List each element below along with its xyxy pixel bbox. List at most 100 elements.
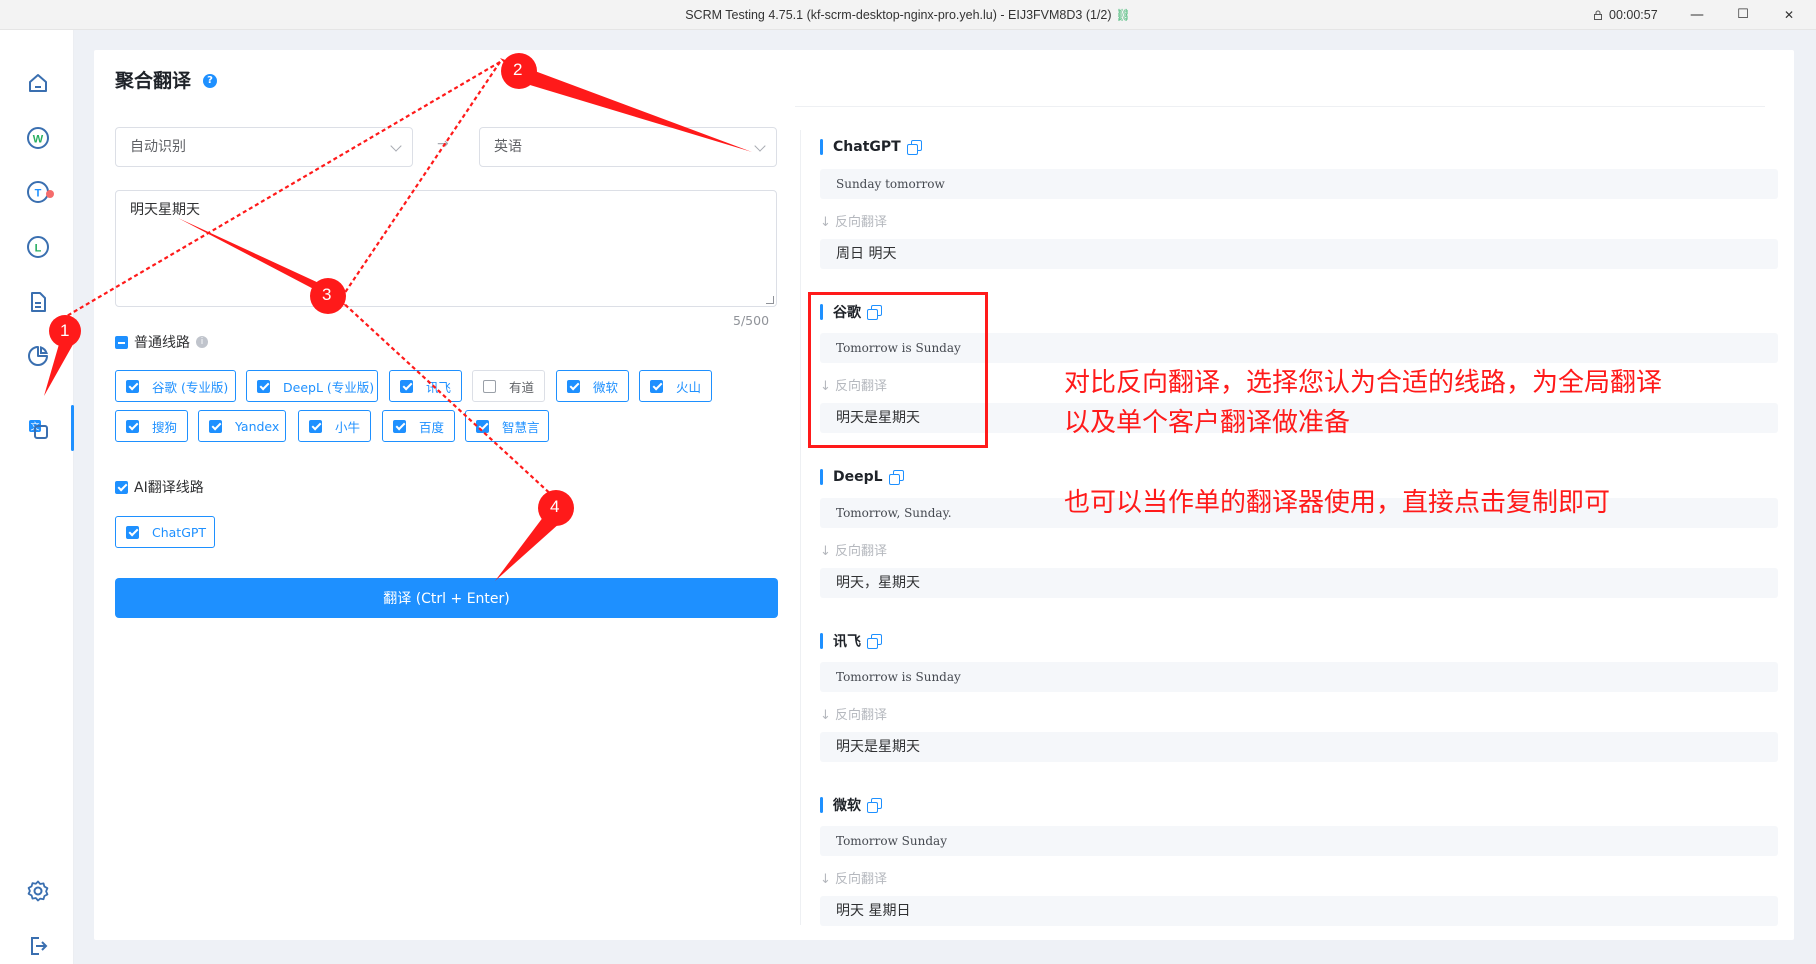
engine-label: 谷歌 (专业版) (152, 379, 229, 395)
engine-chip-microsoft[interactable]: 微软 (556, 370, 629, 402)
ai-lines-checkbox[interactable] (115, 480, 128, 494)
engine-label: Yandex (235, 418, 280, 434)
chevron-down-icon (390, 140, 402, 152)
reverse-label-text: 反向翻译 (835, 215, 888, 230)
engine-chip-niutrans[interactable]: 小牛 (298, 410, 371, 442)
line-icon[interactable]: L (22, 231, 54, 263)
checkbox (257, 379, 270, 393)
result-header: 微软 (820, 796, 882, 814)
target-language-value: 英语 (494, 139, 522, 155)
accent-bar (820, 633, 823, 649)
source-language-select[interactable]: 自动识别 (115, 127, 413, 167)
engine-name: DeepL (833, 469, 883, 485)
annotation-marker-3: 3 (322, 285, 332, 304)
timer-value: 00:00:57 (1609, 8, 1658, 22)
document-icon[interactable] (22, 286, 54, 318)
window-titlebar: SCRM Testing 4.75.1 (kf-scrm-desktop-ngi… (0, 0, 1816, 30)
annotation-marker-2: 2 (513, 60, 523, 79)
reverse-label: ↓ 反向翻译 (820, 872, 888, 887)
checkbox (209, 419, 222, 433)
minimize-button[interactable]: — (1674, 0, 1720, 30)
engine-label: 搜狗 (152, 419, 178, 435)
annotation-text-line2: 以及单个客户翻译做准备 (1064, 408, 1351, 438)
translation-text: Sunday tomorrow (820, 169, 1778, 199)
copy-icon[interactable] (906, 140, 922, 155)
engine-chip-deepl[interactable]: DeepL (专业版) (246, 370, 378, 402)
translation-text: Tomorrow Sunday (820, 826, 1778, 856)
normal-lines-label: 普通线路 (134, 335, 190, 351)
result-header: 讯飞 (820, 632, 882, 650)
lock-icon (1594, 10, 1602, 20)
source-text-value: 明天星期天 (130, 202, 200, 218)
notification-dot (46, 190, 54, 198)
session-timer: 00:00:57 (1593, 0, 1658, 30)
checkbox (309, 419, 322, 433)
statistics-icon[interactable] (22, 340, 54, 372)
engine-label: ChatGPT (152, 524, 207, 540)
result-header: ChatGPT (820, 138, 922, 156)
checkbox (650, 379, 663, 393)
source-language-value: 自动识别 (130, 139, 186, 155)
normal-lines-checkbox[interactable] (115, 335, 128, 349)
annotation-highlight-box (808, 292, 988, 448)
accent-bar (820, 139, 823, 155)
engine-label: 有道 (509, 379, 535, 395)
source-text-input[interactable]: 明天星期天 (115, 190, 777, 307)
ai-lines-group[interactable]: AI翻译线路 (115, 477, 204, 497)
arrow-right-icon: → (437, 136, 449, 152)
engine-chip-youdao[interactable]: 有道 (472, 370, 545, 402)
normal-lines-group[interactable]: 普通线路 i (115, 332, 208, 352)
engine-chip-zhihuiyan[interactable]: 智慧言 (465, 410, 549, 442)
engine-name: 讯飞 (833, 634, 861, 650)
engine-name: 微软 (833, 798, 861, 814)
info-icon[interactable]: i (196, 336, 208, 348)
copy-icon[interactable] (867, 798, 882, 813)
checkbox (126, 419, 139, 433)
annotation-text-line3: 也可以当作单的翻译器使用，直接点击复制即可 (1064, 488, 1611, 518)
checkbox (483, 379, 496, 393)
window-title-wrap: SCRM Testing 4.75.1 (kf-scrm-desktop-ngi… (0, 0, 1816, 30)
window-title: SCRM Testing 4.75.1 (kf-scrm-desktop-ngi… (685, 8, 1112, 22)
svg-text:W: W (33, 134, 44, 146)
checkbox (567, 379, 580, 393)
engine-chip-xunfei[interactable]: 讯飞 (389, 370, 462, 402)
result-microsoft: 微软 Tomorrow Sunday ↓ 反向翻译 明天 星期日 (820, 796, 1778, 936)
engine-label: 火山 (676, 379, 702, 395)
engine-chip-google[interactable]: 谷歌 (专业版) (115, 370, 236, 402)
engine-chip-chatgpt[interactable]: ChatGPT (115, 516, 215, 548)
target-language-select[interactable]: 英语 (479, 127, 777, 167)
engine-chip-baidu[interactable]: 百度 (382, 410, 455, 442)
copy-icon[interactable] (867, 634, 882, 649)
translation-text: Tomorrow is Sunday (820, 662, 1778, 692)
logout-icon[interactable] (22, 930, 54, 962)
home-icon[interactable] (22, 67, 54, 99)
accent-bar (820, 469, 823, 485)
ai-lines-label: AI翻译线路 (134, 480, 204, 496)
close-button[interactable]: ✕ (1766, 0, 1812, 30)
whatsapp-icon[interactable]: W (22, 122, 54, 154)
checkbox (126, 525, 139, 539)
engine-chip-volcano[interactable]: 火山 (639, 370, 712, 402)
maximize-button[interactable]: ☐ (1720, 0, 1766, 30)
reverse-label: ↓ 反向翻译 (820, 215, 888, 230)
reverse-translation-text: 明天是星期天 (820, 732, 1778, 762)
translate-icon[interactable]: 文 (22, 413, 54, 445)
checkbox (400, 379, 413, 393)
checkbox (126, 379, 139, 393)
reverse-label-text: 反向翻译 (835, 544, 888, 559)
engine-chip-sogou[interactable]: 搜狗 (115, 410, 188, 442)
accent-bar (820, 797, 823, 813)
engine-chip-yandex[interactable]: Yandex (198, 410, 286, 442)
copy-icon[interactable] (888, 470, 904, 485)
svg-text:T: T (35, 188, 42, 200)
checkbox (393, 419, 406, 433)
engine-label: 讯飞 (426, 379, 452, 395)
left-navigation: W T L 文 (0, 30, 74, 964)
svg-text:L: L (35, 243, 42, 255)
resize-handle[interactable] (766, 296, 774, 304)
page-title: 聚合翻译 (115, 70, 192, 92)
engine-label: DeepL (专业版) (283, 379, 375, 395)
help-icon[interactable]: ? (203, 74, 217, 88)
translate-button[interactable]: 翻译 (Ctrl + Enter) (115, 578, 778, 618)
settings-icon[interactable] (22, 875, 54, 907)
